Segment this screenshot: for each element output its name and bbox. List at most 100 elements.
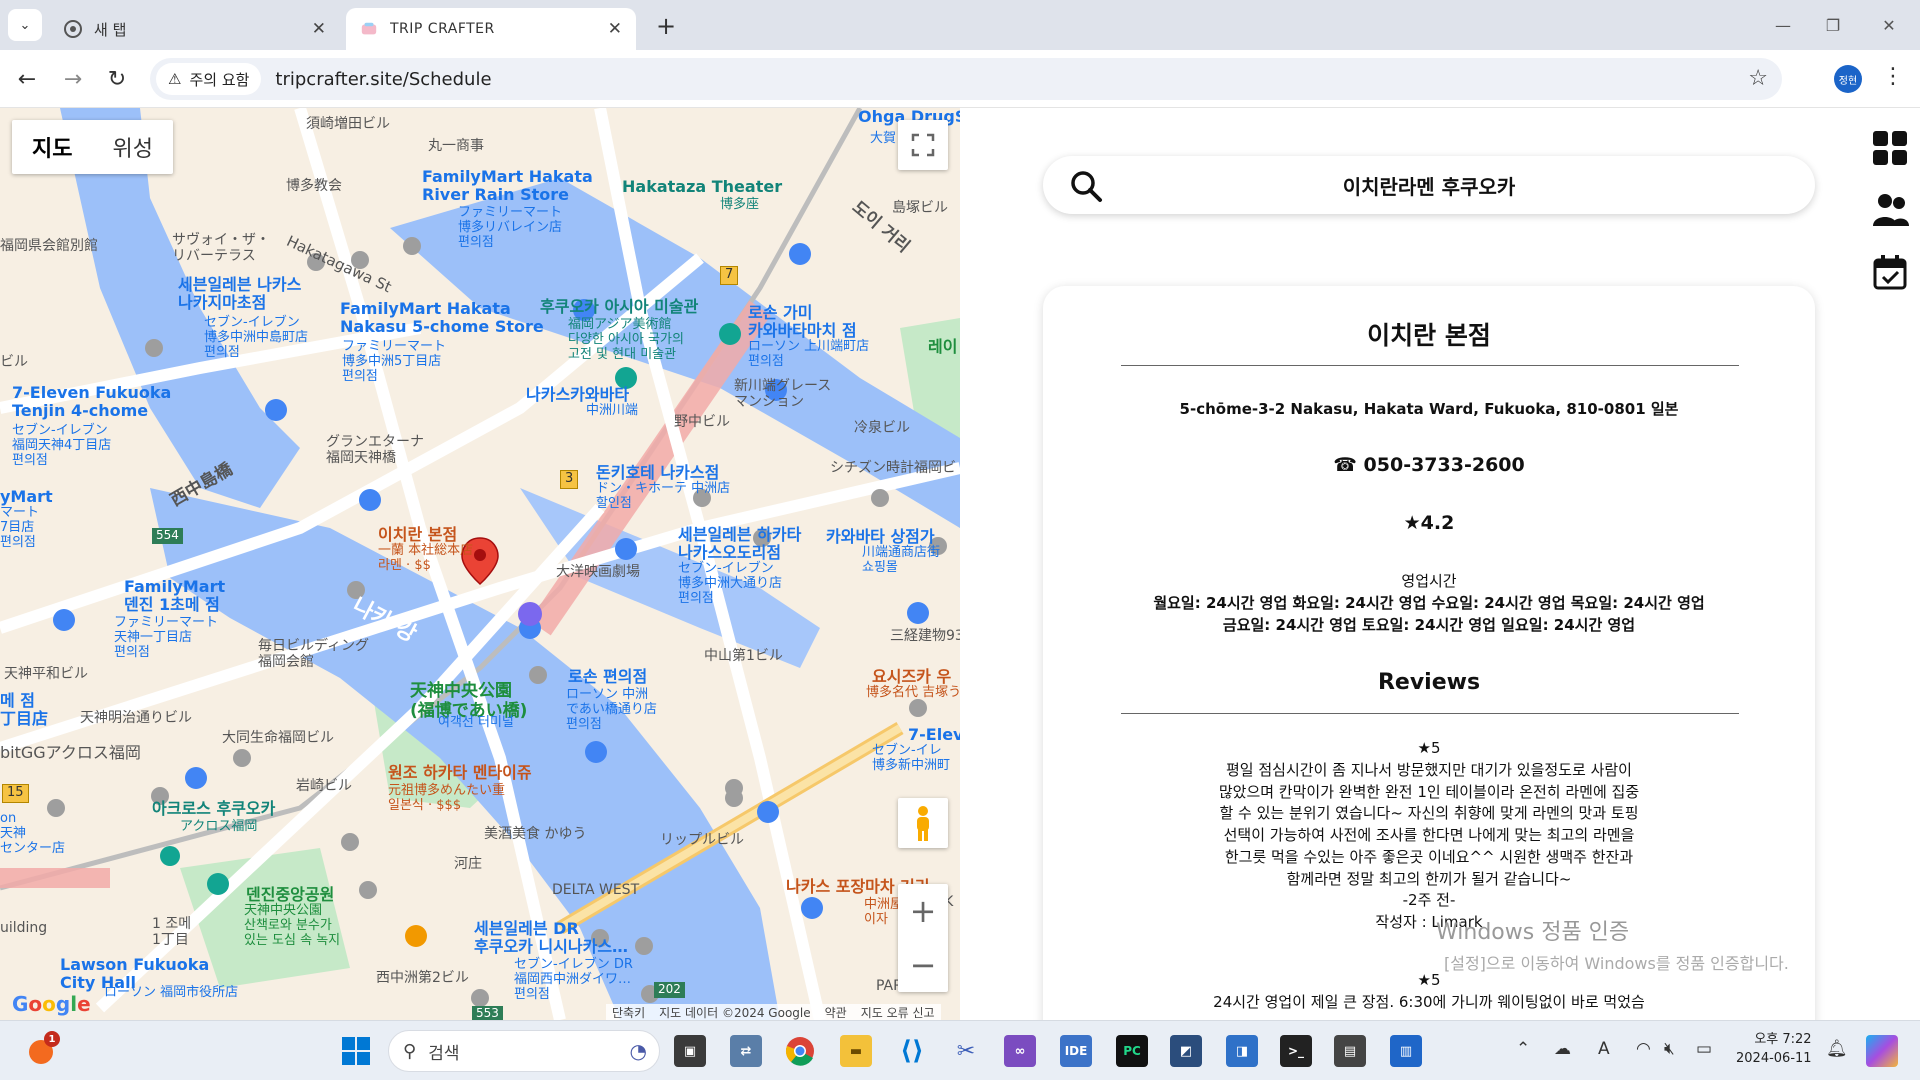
review-item: ★5 평일 점심시간이 좀 지나서 방문했지만 대기가 있을정도로 사람이 많았… [1153,738,1705,934]
zoom-in-button[interactable]: + [898,884,948,938]
restore-button[interactable]: ❐ [1810,8,1856,42]
forward-button[interactable]: → [56,62,90,96]
map-type-satellite-button[interactable]: 위성 [92,120,172,174]
server-console-icon[interactable]: ▤ [1334,1035,1366,1067]
bookmark-star-icon[interactable]: ☆ [1748,66,1768,91]
map-type-map-button[interactable]: 지도 [12,120,92,174]
tab-new-tab[interactable]: 새 탭 ✕ [50,8,340,50]
map-label[interactable]: 이치란 본점 [378,525,457,544]
new-tab-button[interactable]: + [650,10,682,42]
users-icon[interactable] [1872,192,1909,228]
battery-icon[interactable]: ▭ [1696,1039,1712,1059]
hours-line: 월요일: 24시간 영업 화요일: 24시간 영업 수요일: 24시간 영업 목… [1153,594,1705,612]
chrome-icon [64,20,82,38]
street-view-pegman[interactable] [898,798,948,848]
map-label: DELTA WEST [552,882,640,898]
report-error-link[interactable]: 지도 오류 신고 [861,1004,935,1020]
file-explorer-icon[interactable]: ▬ [840,1035,872,1067]
wifi-icon[interactable]: ◠ [1636,1039,1651,1059]
map-label: ローソン 上川端町店 편의점 [748,339,870,369]
close-icon[interactable]: ✕ [608,19,622,39]
google-map[interactable]: 7 3 554 15 202 553 須崎増田ビル 丸一商事 博多教会 Fami… [0,108,960,1020]
map-data-attribution: 지도 데이터 ©2024 Google [659,1006,811,1020]
reviews-title: Reviews [1377,670,1481,695]
map-label: 大洋映画劇場 [556,564,640,580]
keyboard-shortcuts-link[interactable]: 단축키 [612,1004,645,1020]
start-button[interactable] [340,1035,372,1067]
map-label: 新川端グレース マンション [734,378,832,411]
taskbar-search[interactable]: ⚲ 검색 ◔ [388,1030,660,1072]
pycharm-icon[interactable]: PC [1116,1035,1148,1067]
app2-icon[interactable]: ◨ [1226,1035,1258,1067]
menu-kebab-icon[interactable]: ⋮ [1882,64,1904,89]
vscode-icon[interactable]: ⟨⟩ [896,1035,928,1067]
arrow-right-icon: → [63,66,83,92]
reload-button[interactable]: ↻ [100,62,134,96]
tab-search-button[interactable]: ⌄ [8,9,42,41]
ime-icon[interactable]: A [1598,1039,1610,1059]
map-label: ローソン 福岡市役所店 [104,985,239,1000]
remote-desktop-icon[interactable]: ⇄ [730,1035,762,1067]
plus-icon: + [655,12,677,40]
map-label: 中洲川端 [586,403,639,418]
search-input[interactable] [1043,156,1815,214]
map-label: yMart [0,487,53,506]
chevron-up-icon[interactable]: ⌃ [1516,1039,1530,1059]
map-label: on 天神 センター店 [0,811,66,856]
cloud-icon[interactable]: ☁ [1554,1039,1571,1059]
map-label: uilding [0,920,48,936]
taskview-icon[interactable]: ▣ [674,1035,706,1067]
pegman-icon [917,806,929,841]
dashboard-icon[interactable] [1872,130,1908,166]
fullscreen-button[interactable] [898,120,948,170]
terms-link[interactable]: 약관 [825,1004,847,1020]
place-search-bar[interactable] [1043,156,1815,214]
map-label: 天神明治通りビル [80,710,192,726]
url-text[interactable]: tripcrafter.site/Schedule [275,69,491,90]
chrome-icon[interactable] [784,1035,816,1067]
zoom-out-button[interactable]: − [898,938,948,992]
map-label: 로손 편의점 [568,667,648,686]
profile-avatar[interactable]: 정현 [1834,65,1862,93]
review-item: ★5 24시간 영업이 제일 큰 장점. 6:30에 가니까 웨이팅없이 바로 … [1153,970,1705,1014]
taskbar-clock[interactable]: 오후 7:22 2024-06-11 [1736,1031,1812,1069]
close-icon[interactable]: ✕ [312,19,326,39]
snipping-tool-icon[interactable]: ✂ [950,1035,982,1067]
map-label: シチズン時計福岡ビ [830,460,956,476]
notification-bell-icon[interactable]: 🔔︎ [1826,1039,1848,1059]
tab-trip-crafter[interactable]: TRIP CRAFTER ✕ [346,8,636,50]
map-label: 아크로스 후쿠오카 [152,799,276,818]
map-label: 一蘭 本社総本店 라멘 · $$ [378,543,474,573]
app-icon[interactable]: ◩ [1170,1035,1202,1067]
speaker-muted-icon[interactable]: 🔇︎ [1664,1039,1675,1059]
minimize-icon: — [1775,15,1791,35]
calendar-check-icon[interactable] [1872,254,1908,290]
road-shield: 553 [472,1006,503,1020]
map-label: 野中ビル [674,414,730,430]
map-label: bitGGアクロス福岡 [0,743,141,762]
map-label: 博多名代 吉塚う [866,685,960,700]
terminal-icon[interactable]: >_ [1280,1035,1312,1067]
window-close-button[interactable]: ✕ [1866,8,1912,42]
clock-date: 2024-06-11 [1736,1050,1812,1066]
ide-icon[interactable]: IDE [1060,1035,1092,1067]
map-label: 岩崎ビル [296,778,352,794]
review-text: 평일 점심시간이 좀 지나서 방문했지만 대기가 있을정도로 사람이 많았으며 … [1218,760,1640,888]
map-label: 여객선 터미널 [438,715,514,730]
map-label: 원조 하카타 멘타이쥬 [388,763,532,782]
map-label: ファミリーマート 博多中洲5丁目店 편의점 [342,339,447,384]
back-button[interactable]: ← [10,62,44,96]
map-label: 요시즈카 우 [872,667,952,686]
security-chip[interactable]: ⚠ 주의 요함 [156,63,262,95]
review-time: -2주 전- [1402,891,1456,910]
visual-studio-icon[interactable]: ∞ [1004,1035,1036,1067]
map-label: 川端通商店街 쇼핑몰 [862,545,941,575]
minimize-button[interactable]: — [1760,8,1806,42]
map-label: 中山第1ビル [704,648,783,664]
widgets-button[interactable]: 1 [26,1031,60,1067]
notepad-icon[interactable]: ▥ [1390,1035,1422,1067]
address-bar[interactable]: ⚠ 주의 요함 tripcrafter.site/Schedule ☆ [150,58,1782,100]
map-label: 須崎増田ビル [306,116,390,132]
map-label: Hakataza Theater [622,177,783,196]
copilot-icon[interactable] [1866,1035,1898,1067]
